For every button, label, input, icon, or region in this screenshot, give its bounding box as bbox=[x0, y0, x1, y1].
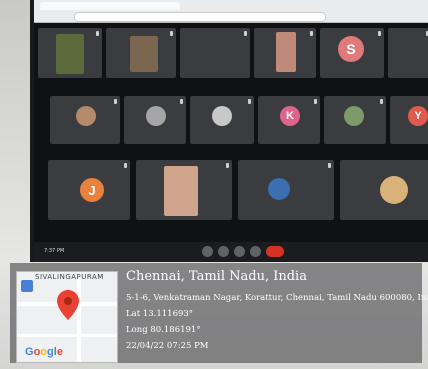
participant-tile bbox=[324, 96, 386, 144]
participant-tile bbox=[50, 96, 120, 144]
mic-icon bbox=[180, 99, 183, 104]
participant-avatar: J bbox=[80, 178, 104, 202]
browser-tab[interactable] bbox=[40, 2, 180, 10]
participant-tile bbox=[340, 160, 428, 220]
meeting-controls-bar: 7:37 PM bbox=[34, 242, 428, 262]
browser-toolbar bbox=[34, 0, 428, 23]
end-call-icon[interactable] bbox=[266, 246, 284, 257]
participant-tile: S bbox=[320, 28, 384, 78]
location-city: Chennai, Tamil Nadu, India bbox=[126, 269, 307, 284]
laptop-screen: S K Y J 7:37 PM bbox=[30, 0, 428, 262]
location-latitude: Lat 13.111693° bbox=[126, 309, 194, 319]
photo-scene: S K Y J 7:37 PM SIVALINGAPURAM Google Ch… bbox=[0, 0, 428, 369]
captions-icon[interactable] bbox=[234, 246, 245, 257]
map-thumbnail: SIVALINGAPURAM Google bbox=[16, 271, 118, 363]
mic-icon bbox=[124, 163, 127, 168]
participant-tile: K bbox=[258, 96, 320, 144]
participant-video bbox=[164, 166, 198, 216]
mic-icon bbox=[248, 99, 251, 104]
participant-tile bbox=[124, 96, 186, 144]
camera-toggle-icon[interactable] bbox=[218, 246, 229, 257]
mic-icon bbox=[328, 163, 331, 168]
location-longitude: Long 80.186191° bbox=[126, 325, 201, 335]
mic-icon bbox=[314, 99, 317, 104]
participant-tile bbox=[254, 28, 316, 78]
participant-avatar bbox=[204, 38, 224, 58]
google-logo: Google bbox=[25, 346, 63, 358]
address-bar[interactable] bbox=[74, 12, 326, 22]
mic-toggle-icon[interactable] bbox=[202, 246, 213, 257]
participant-tile: J bbox=[48, 160, 130, 220]
mic-icon bbox=[378, 31, 381, 36]
participant-tile bbox=[238, 160, 334, 220]
mic-icon bbox=[170, 31, 173, 36]
location-address: 5-1-6, Venkatraman Nagar, Korattur, Chen… bbox=[126, 293, 428, 303]
participant-video bbox=[130, 36, 158, 72]
participant-tile bbox=[388, 28, 428, 78]
geotag-overlay: SIVALINGAPURAM Google Chennai, Tamil Nad… bbox=[10, 263, 428, 363]
mic-icon bbox=[114, 99, 117, 104]
meeting-time: 7:37 PM bbox=[44, 248, 65, 254]
participant-tile: Y bbox=[390, 96, 428, 144]
map-road bbox=[17, 334, 117, 337]
map-area-label: SIVALINGAPURAM bbox=[35, 273, 104, 281]
participant-avatar: Y bbox=[408, 106, 428, 126]
participant-avatar bbox=[344, 106, 364, 126]
mic-icon bbox=[380, 99, 383, 104]
mic-icon bbox=[226, 163, 229, 168]
location-datetime: 22/04/22 07:25 PM bbox=[126, 341, 209, 351]
mic-icon bbox=[96, 31, 99, 36]
present-icon[interactable] bbox=[250, 246, 261, 257]
participant-tile bbox=[190, 96, 254, 144]
participant-avatar bbox=[146, 106, 166, 126]
participant-video bbox=[276, 32, 296, 72]
map-layer-icon bbox=[21, 280, 33, 292]
participant-avatar: K bbox=[280, 106, 300, 126]
participant-tile bbox=[136, 160, 232, 220]
participant-video bbox=[56, 34, 84, 74]
mic-icon bbox=[244, 31, 247, 36]
participant-avatar bbox=[76, 106, 96, 126]
participant-tile bbox=[106, 28, 176, 78]
participant-avatar bbox=[380, 176, 408, 204]
participant-avatar bbox=[212, 106, 232, 126]
participant-avatar: S bbox=[338, 36, 364, 62]
participant-tile bbox=[38, 28, 102, 78]
location-pin-icon bbox=[57, 290, 79, 320]
participant-tile bbox=[180, 28, 250, 78]
participant-avatar bbox=[268, 178, 290, 200]
mic-icon bbox=[310, 31, 313, 36]
